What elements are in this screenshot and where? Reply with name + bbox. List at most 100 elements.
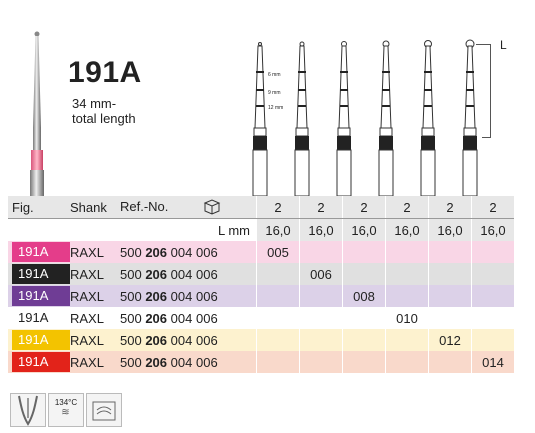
length-6: 16,0	[471, 218, 514, 241]
shank-cell: RAXL	[70, 354, 104, 370]
fig-cell: 191A	[8, 329, 70, 351]
shank-cell: RAXL	[70, 288, 104, 304]
size-cell	[385, 241, 429, 263]
fig-color-chip: 191A	[12, 286, 70, 306]
ref-cell: 500 206 004 006	[120, 354, 218, 370]
table-row: 191A RAXL 500 206 004 006 014	[8, 351, 514, 373]
header-fig: Fig.	[8, 196, 70, 219]
ref-cell: 500 206 004 006	[120, 266, 218, 282]
length-bracket	[482, 44, 491, 138]
length-row-label: L mm	[217, 222, 250, 238]
size-cell	[256, 285, 300, 307]
count-4: 2	[385, 196, 429, 219]
size-cell	[342, 351, 386, 373]
fig-cell: 191A	[8, 351, 70, 373]
length-4: 16,0	[385, 218, 429, 241]
ultrasonic-icon	[86, 393, 122, 427]
size-cell	[471, 307, 514, 329]
count-5: 2	[428, 196, 472, 219]
product-table: Fig. Shank Ref.-No. 2 2 2 2 2 2 L mm 16,…	[8, 196, 514, 373]
ref-cell: 500 206 004 006	[120, 310, 218, 326]
size-cell	[471, 241, 514, 263]
product-subtitle: 34 mm- total length	[72, 96, 162, 126]
header-ref: Ref.-No.	[120, 196, 257, 219]
size-cell	[385, 329, 429, 351]
sterilization-icon: 134°C ≋	[48, 393, 84, 427]
size-cell	[471, 263, 514, 285]
size-cell	[256, 351, 300, 373]
tooth-icon	[10, 393, 46, 427]
instrument-diagrams	[252, 39, 478, 197]
fig-cell: 191A	[8, 241, 70, 263]
ref-cell: 500 206 004 006	[120, 244, 218, 260]
instrument-drawing	[378, 40, 394, 197]
size-cell	[342, 329, 386, 351]
table-row: 191A RAXL 500 206 004 006 010	[8, 307, 514, 329]
fig-color-chip: 191A	[12, 242, 70, 262]
length-label: L	[500, 38, 507, 52]
size-cell	[299, 351, 343, 373]
sterilization-temp: 134°C	[54, 398, 78, 407]
count-3: 2	[342, 196, 386, 219]
size-cell	[256, 263, 300, 285]
size-cell	[385, 285, 429, 307]
product-title: 191A	[68, 56, 142, 89]
size-cell: 014	[471, 351, 514, 373]
subtitle-line-2: total length	[72, 111, 136, 126]
size-cell: 006	[299, 263, 343, 285]
length-1: 16,0	[256, 218, 300, 241]
size-cell: 012	[428, 329, 472, 351]
length-3: 16,0	[342, 218, 386, 241]
size-cell	[385, 263, 429, 285]
instrument-drawing	[252, 42, 268, 197]
size-cell	[471, 329, 514, 351]
steam-icon: ≋	[61, 407, 71, 418]
fig-color-chip: 191A	[12, 264, 70, 284]
ref-cell: 500 206 004 006	[120, 332, 218, 348]
fig-cell: 191A	[8, 285, 70, 307]
length-5: 16,0	[428, 218, 472, 241]
length-2: 16,0	[299, 218, 343, 241]
size-cell	[342, 307, 386, 329]
header-shank: Shank	[70, 196, 120, 219]
product-photo	[30, 31, 44, 198]
size-cell: 005	[256, 241, 300, 263]
instrument-drawing	[462, 39, 478, 197]
package-icon	[203, 199, 221, 215]
mark-6mm: 6 mm	[268, 72, 281, 78]
instrument-drawing	[336, 41, 352, 197]
count-2: 2	[299, 196, 343, 219]
size-cell	[299, 329, 343, 351]
table-row: 191A RAXL 500 206 004 006 008	[8, 285, 514, 307]
size-cell: 008	[342, 285, 386, 307]
size-cell	[428, 285, 472, 307]
table-row: 191A RAXL 500 206 004 006 012	[8, 329, 514, 351]
fig-color-chip: 191A	[12, 352, 70, 372]
instrument-drawing	[420, 40, 436, 197]
size-cell	[256, 307, 300, 329]
ref-cell: 500 206 004 006	[120, 288, 218, 304]
size-cell	[299, 285, 343, 307]
fig-cell: 191A	[8, 263, 70, 285]
size-cell	[342, 263, 386, 285]
subtitle-line-1: 34 mm-	[72, 96, 117, 111]
size-cell	[428, 351, 472, 373]
size-cell	[299, 241, 343, 263]
size-cell	[428, 241, 472, 263]
instrument-drawing	[294, 41, 310, 197]
mark-9mm: 9 mm	[268, 90, 281, 96]
shank-cell: RAXL	[70, 244, 104, 260]
count-1: 2	[256, 196, 300, 219]
size-cell	[385, 351, 429, 373]
size-cell	[256, 329, 300, 351]
size-cell	[342, 241, 386, 263]
size-cell	[471, 285, 514, 307]
size-cell	[299, 307, 343, 329]
size-cell	[428, 263, 472, 285]
size-cell	[428, 307, 472, 329]
fig-color-chip: 191A	[12, 330, 70, 350]
shank-cell: RAXL	[70, 332, 104, 348]
count-6: 2	[471, 196, 514, 219]
mark-12mm: 12 mm	[268, 105, 284, 111]
table-row: 191A RAXL 500 206 004 006 005	[8, 241, 514, 263]
